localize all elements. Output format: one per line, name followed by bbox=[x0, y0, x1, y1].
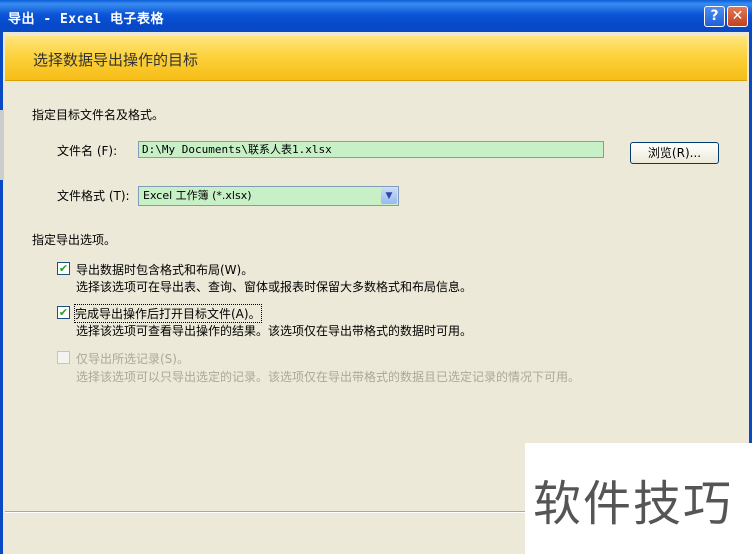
title-bar[interactable]: 导出 - Excel 电子表格 ? ✕ bbox=[0, 0, 752, 32]
include-format-label[interactable]: 导出数据时包含格式和布局(W)。 bbox=[76, 261, 253, 278]
background-window-edge bbox=[0, 110, 4, 180]
chevron-down-icon[interactable]: ▼ bbox=[381, 188, 397, 204]
open-target-description: 选择该选项可查看导出操作的结果。该选项仅在导出带格式的数据时可用。 bbox=[76, 324, 473, 338]
include-format-description: 选择该选项可在导出表、查询、窗体或报表时保留大多数格式和布局信息。 bbox=[76, 280, 473, 294]
open-target-label[interactable]: 完成导出操作后打开目标文件(A)。 bbox=[74, 304, 262, 323]
banner-title: 选择数据导出操作的目标 bbox=[33, 51, 199, 69]
browse-button[interactable]: 浏览(R)... bbox=[630, 142, 719, 164]
filename-input[interactable]: D:\My Documents\联系人表1.xlsx bbox=[138, 141, 604, 158]
selected-records-label: 仅导出所选记录(S)。 bbox=[76, 352, 189, 366]
selected-records-checkbox bbox=[57, 351, 70, 364]
filename-label: 文件名 (F): bbox=[57, 144, 118, 158]
export-options-heading: 指定导出选项。 bbox=[32, 233, 117, 247]
window-title: 导出 - Excel 电子表格 bbox=[8, 12, 164, 27]
watermark-text: 软件技巧 bbox=[533, 476, 734, 532]
close-button[interactable]: ✕ bbox=[727, 6, 748, 27]
format-select[interactable]: Excel 工作簿 (*.xlsx) ▼ bbox=[138, 186, 399, 206]
selected-records-description: 选择该选项可以只导出选定的记录。该选项仅在导出带格式的数据且已选定记录的情况下可… bbox=[76, 370, 581, 384]
help-button[interactable]: ? bbox=[704, 6, 725, 27]
file-section-heading: 指定目标文件名及格式。 bbox=[32, 108, 165, 122]
include-format-checkbox[interactable]: ✔ bbox=[57, 262, 70, 275]
format-label: 文件格式 (T): bbox=[57, 189, 130, 203]
format-value: Excel 工作簿 (*.xlsx) bbox=[143, 189, 252, 202]
header-banner: 选择数据导出操作的目标 bbox=[5, 36, 747, 81]
open-target-checkbox[interactable]: ✔ bbox=[57, 306, 70, 319]
